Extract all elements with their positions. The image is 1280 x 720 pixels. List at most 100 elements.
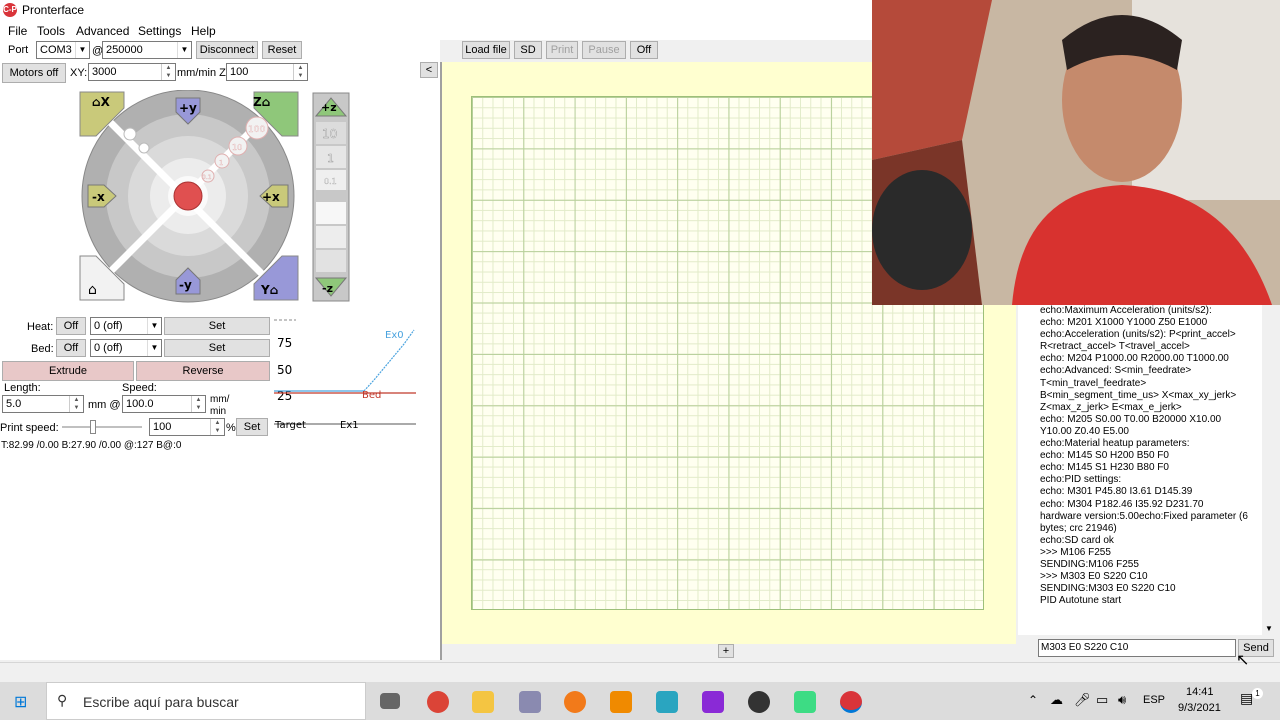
- console-scrollbar[interactable]: ▼: [1262, 305, 1278, 635]
- mm-at-label: mm @: [88, 399, 121, 411]
- menu-settings[interactable]: Settings: [138, 24, 181, 38]
- heat-set-button[interactable]: Set: [164, 317, 270, 335]
- chevron-down-icon: ▼: [147, 340, 161, 356]
- menu-advanced[interactable]: Advanced: [76, 24, 129, 38]
- graph-label-bed: Bed: [362, 390, 381, 401]
- pronterface-taskbar-icon[interactable]: [840, 691, 862, 713]
- firefox-icon[interactable]: [564, 691, 586, 713]
- android-icon[interactable]: [794, 691, 816, 713]
- step-10[interactable]: 10: [232, 143, 242, 152]
- console-line: echo: M304 P182.46 I35.92 D231.70: [1040, 498, 1204, 510]
- step-100[interactable]: 100: [248, 125, 266, 135]
- z-jog-control[interactable]: +z -z 10 1 0.1: [312, 92, 350, 302]
- microphone-icon[interactable]: 🎤︎: [1074, 692, 1091, 708]
- heat-select[interactable]: 0 (off) ▼: [90, 317, 162, 335]
- step-0-1[interactable]: 0.1: [202, 174, 212, 181]
- window-title: Pronterface: [22, 3, 85, 17]
- layer-plus-button[interactable]: +: [718, 644, 734, 658]
- app-upload-icon[interactable]: [656, 691, 678, 713]
- print-button[interactable]: Print: [546, 41, 578, 59]
- bed-select[interactable]: 0 (off) ▼: [90, 339, 162, 357]
- speed-input[interactable]: 100.0 ▲ ▼: [122, 395, 206, 413]
- step-1[interactable]: 1: [219, 159, 224, 167]
- reset-button[interactable]: Reset: [262, 41, 302, 59]
- windows-start-icon[interactable]: ⊞: [14, 692, 27, 712]
- console-log[interactable]: echo:Maximum Acceleration (units/s2): ech…: [1018, 305, 1262, 635]
- obs-icon[interactable]: [748, 691, 770, 713]
- spin-arrows-icon[interactable]: ▲ ▼: [191, 396, 205, 412]
- z-step-1[interactable]: 1: [327, 152, 335, 166]
- xy-jog-control[interactable]: ⌂X Z⌂ ⌂ Y⌂ +y -y -x +x 100 10 1 0.1: [78, 90, 300, 304]
- menu-file[interactable]: File: [8, 24, 27, 38]
- spin-arrows-icon[interactable]: ▲ ▼: [69, 396, 83, 412]
- motors-off-button[interactable]: Motors off: [2, 63, 66, 83]
- heat-label: Heat:: [27, 321, 54, 333]
- disconnect-button[interactable]: Disconnect: [196, 41, 258, 59]
- plus-y-button[interactable]: +y: [179, 101, 197, 115]
- home-y-icon[interactable]: Y⌂: [260, 283, 278, 297]
- plus-x-button[interactable]: +x: [262, 190, 280, 204]
- chrome-icon[interactable]: [427, 691, 449, 713]
- z-step-10[interactable]: 10: [322, 127, 338, 142]
- graph-legend-target: Target: [274, 420, 306, 431]
- cloud-icon[interactable]: ☁: [1050, 692, 1063, 708]
- language-indicator[interactable]: ESP: [1143, 694, 1165, 706]
- z-minus-button[interactable]: -z: [322, 282, 333, 295]
- heat-off-button[interactable]: Off: [56, 317, 86, 335]
- pause-button[interactable]: Pause: [582, 41, 626, 59]
- bed-off-button[interactable]: Off: [56, 339, 86, 357]
- print-speed-input[interactable]: 100 ▲ ▼: [149, 418, 225, 436]
- graph-legend-ex1: Ex1: [340, 420, 359, 431]
- notification-count: 1: [1252, 688, 1263, 699]
- xy-feedrate-input[interactable]: 3000 ▲ ▼: [88, 63, 176, 81]
- file-explorer-icon[interactable]: [472, 691, 494, 713]
- bed-set-button[interactable]: Set: [164, 339, 270, 357]
- home-z-icon[interactable]: Z⌂: [253, 95, 270, 109]
- print-speed-set-button[interactable]: Set: [236, 418, 268, 436]
- sd-button[interactable]: SD: [514, 41, 542, 59]
- home-all-icon[interactable]: ⌂: [88, 282, 97, 298]
- baud-select[interactable]: 250000 ▼: [102, 41, 192, 59]
- console-line: Z<max_z_jerk> E<max_e_jerk>: [1040, 401, 1182, 413]
- spin-arrows-icon[interactable]: ▲ ▼: [210, 419, 224, 435]
- port-select[interactable]: COM3 ▼: [36, 41, 90, 59]
- menu-help[interactable]: Help: [191, 24, 216, 38]
- menu-bar: File Tools Advanced Settings Help: [0, 20, 872, 40]
- print-speed-slider[interactable]: [62, 426, 142, 428]
- minus-y-button[interactable]: -y: [179, 278, 192, 292]
- webcam-image: [872, 0, 1280, 305]
- vlc-icon[interactable]: [610, 691, 632, 713]
- app-bars-icon[interactable]: [702, 691, 724, 713]
- menu-tools[interactable]: Tools: [37, 24, 65, 38]
- clock-time[interactable]: 14:41: [1186, 686, 1214, 698]
- z-step-0-1[interactable]: 0.1: [324, 177, 337, 186]
- console-line: echo: M205 S0.00 T0.00 B20000 X10.00: [1040, 413, 1222, 425]
- graph-tick-75: 75: [277, 336, 292, 350]
- extrude-button[interactable]: Extrude: [2, 361, 134, 381]
- reverse-button[interactable]: Reverse: [136, 361, 270, 381]
- chevron-up-icon[interactable]: ⌃: [1028, 693, 1038, 707]
- spin-arrows-icon[interactable]: ▲ ▼: [161, 64, 175, 80]
- spin-arrows-icon[interactable]: ▲ ▼: [293, 64, 307, 80]
- home-x-icon[interactable]: ⌂X: [92, 95, 111, 109]
- z-plus-button[interactable]: +z: [321, 101, 337, 114]
- off-button[interactable]: Off: [630, 41, 658, 59]
- console-line: echo: M301 P45.80 I3.61 D145.39: [1040, 486, 1193, 498]
- clock-date[interactable]: 9/3/2021: [1178, 702, 1221, 714]
- task-view-icon[interactable]: [380, 693, 400, 709]
- command-input[interactable]: M303 E0 S220 C10: [1038, 639, 1236, 657]
- slider-thumb[interactable]: [90, 420, 96, 434]
- console-line: hardware version:5.00echo:Fixed paramete…: [1040, 510, 1248, 522]
- chevron-down-icon[interactable]: ▼: [1265, 624, 1273, 633]
- minus-x-button[interactable]: -x: [92, 190, 105, 204]
- network-icon[interactable]: ▭: [1096, 692, 1108, 708]
- console-line: echo:Maximum Acceleration (units/s2):: [1040, 305, 1212, 316]
- load-file-button[interactable]: Load file: [462, 41, 510, 59]
- volume-icon[interactable]: 🔊︎: [1118, 692, 1126, 708]
- z-feedrate-input[interactable]: 100 ▲ ▼: [226, 63, 308, 81]
- collapse-button[interactable]: <: [420, 62, 438, 78]
- length-input[interactable]: 5.0 ▲ ▼: [2, 395, 84, 413]
- app-3d-icon[interactable]: [519, 691, 541, 713]
- console-line: echo:Acceleration (units/s2): P<print_ac…: [1040, 329, 1236, 341]
- taskbar-search[interactable]: ⚲ Escribe aquí para buscar: [46, 682, 366, 720]
